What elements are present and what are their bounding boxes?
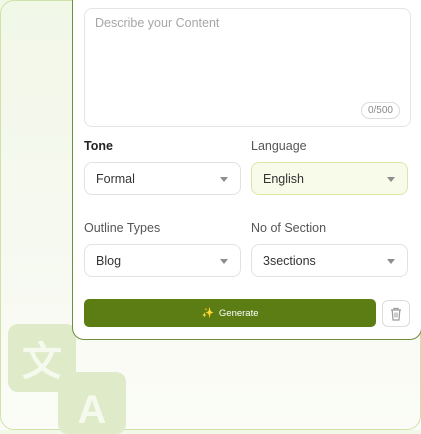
tone-label: Tone bbox=[84, 139, 113, 153]
chevron-down-icon bbox=[387, 177, 395, 182]
letter-a-glyph: A bbox=[77, 387, 107, 432]
section-count-label: No of Section bbox=[251, 221, 327, 235]
tone-select[interactable]: Formal bbox=[84, 162, 241, 195]
chevron-down-icon bbox=[220, 259, 228, 264]
section-count-select[interactable]: 3sections bbox=[251, 244, 408, 277]
content-description-placeholder: Describe your Content bbox=[95, 16, 220, 30]
chevron-down-icon bbox=[220, 177, 228, 182]
content-description-input[interactable]: Describe your Content 0/500 bbox=[84, 8, 411, 127]
outline-types-select-value: Blog bbox=[96, 254, 122, 268]
translate-glyph: 文 bbox=[22, 340, 62, 384]
language-select[interactable]: English bbox=[251, 162, 408, 195]
generate-button[interactable]: ✨ Generate bbox=[84, 299, 376, 327]
letter-a-decoration-icon: A bbox=[58, 372, 126, 434]
delete-button[interactable] bbox=[382, 300, 410, 327]
language-select-value: English bbox=[263, 172, 304, 186]
generate-button-label: Generate bbox=[218, 307, 259, 319]
magic-wand-icon: ✨ bbox=[201, 307, 214, 319]
trash-icon bbox=[391, 307, 401, 321]
outline-types-label: Outline Types bbox=[84, 221, 161, 235]
section-count-select-value: 3sections bbox=[263, 254, 316, 268]
language-label: Language bbox=[251, 139, 307, 153]
chevron-down-icon bbox=[387, 259, 395, 264]
tone-select-value: Formal bbox=[96, 172, 135, 186]
outline-types-select[interactable]: Blog bbox=[84, 244, 241, 277]
character-counter: 0/500 bbox=[360, 102, 400, 119]
